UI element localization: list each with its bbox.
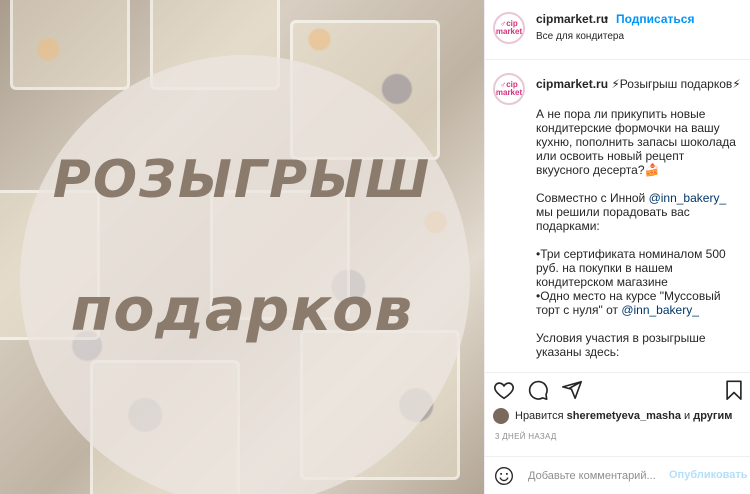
post-header: ♂cip market cipmarket.ru • Подписаться Вс… — [485, 0, 750, 60]
post-side-panel: ♂cip market cipmarket.ru • Подписаться Вс… — [484, 0, 750, 494]
likes-user[interactable]: sheremetyeva_masha — [567, 410, 681, 422]
publish-button[interactable]: Опубликовать — [669, 469, 748, 481]
caption-paragraph: мы решили порадовать вас подарками: •Три… — [536, 205, 726, 317]
avatar[interactable]: ♂cip market — [493, 12, 525, 44]
caption-text: А не пора ли прикупить новые кондитерски… — [536, 107, 736, 359]
mention-link[interactable]: @inn_bakery_ — [649, 191, 727, 205]
avatar[interactable]: ♂cip market — [493, 73, 525, 105]
headline-gifts: подарков — [70, 275, 414, 345]
caption-author-line: cipmarket.ru ⚡Розыгрыш подарков⚡ — [536, 77, 741, 91]
bookmark-icon[interactable] — [723, 379, 745, 401]
dessert-tile — [10, 0, 130, 90]
likes-prefix: Нравится — [515, 410, 564, 422]
action-bar — [485, 372, 750, 404]
caption-username[interactable]: cipmarket.ru — [536, 77, 608, 91]
comment-input[interactable] — [528, 467, 666, 485]
logo-text: market — [495, 27, 523, 36]
mention-link[interactable]: @inn_bakery_ — [621, 303, 699, 317]
caption-paragraph: Условия участия в розыгрыше указаны здес… — [536, 331, 706, 359]
post-date[interactable]: 3 ДНЕЙ НАЗАД — [495, 432, 557, 441]
follow-button[interactable]: Подписаться — [616, 12, 694, 26]
post-caption: ♂cip market cipmarket.ru ⚡Розыгрыш подарк… — [485, 60, 750, 372]
likes-conjunction: и — [684, 410, 691, 422]
headline-giveaway: РОЗЫГРЫШ — [52, 150, 432, 210]
likes-line: Нравится sheremetyeva_masha и другим — [493, 408, 743, 424]
likes-others-link[interactable]: другим — [693, 410, 732, 422]
header-subtitle: Все для кондитера — [536, 31, 625, 42]
logo-text: market — [495, 88, 523, 97]
comment-icon[interactable] — [527, 379, 549, 401]
caption-title: ⚡Розыгрыш подарков⚡ — [611, 77, 741, 91]
smile-icon[interactable] — [494, 466, 514, 486]
comment-box: Опубликовать — [485, 456, 750, 494]
avatar[interactable] — [493, 408, 509, 424]
share-icon[interactable] — [561, 379, 583, 401]
post-image[interactable]: РОЗЫГРЫШ подарков — [0, 0, 484, 494]
header-username[interactable]: cipmarket.ru — [536, 12, 608, 26]
heart-icon[interactable] — [493, 379, 515, 401]
separator-dot: • — [604, 11, 609, 25]
